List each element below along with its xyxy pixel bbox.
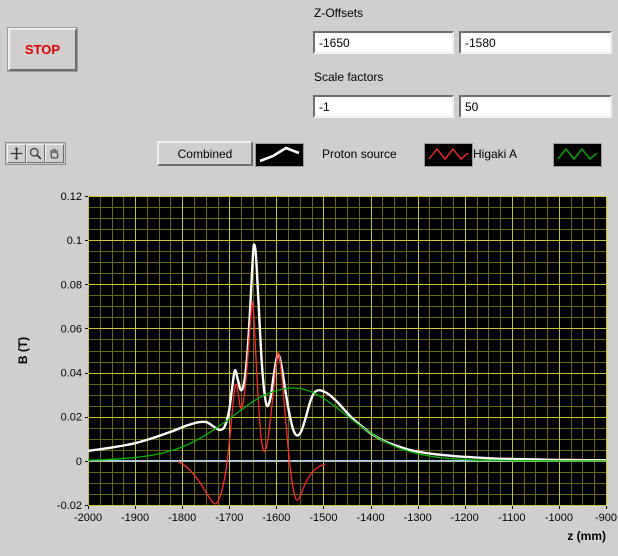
z-offset-input-1[interactable]: [313, 31, 454, 54]
cursor-move-tool-button[interactable]: [7, 144, 26, 163]
svg-text:-1400: -1400: [356, 512, 384, 524]
magnifier-icon: [29, 147, 42, 160]
svg-text:-1100: -1100: [498, 512, 525, 524]
legend-sample-proton-source[interactable]: [424, 143, 473, 167]
y-axis-title: B (T): [16, 337, 30, 364]
legend-item-combined[interactable]: Combined: [157, 141, 253, 166]
pan-tool-button[interactable]: [45, 144, 64, 163]
x-axis-tick-labels: -2000 -1900 -1800 -1700 -1600 -1500 -1400 -1300…: [74, 512, 617, 524]
scale-factor-input-1[interactable]: [313, 95, 454, 118]
svg-text:0: 0: [76, 456, 82, 468]
xy-graph-plot-area[interactable]: -0.0200.020.040.060.080.10.12-2000 -1900-…: [0, 165, 618, 556]
svg-text:-1500: -1500: [309, 512, 337, 524]
svg-text:-1700: -1700: [215, 512, 243, 524]
legend-sample-combined[interactable]: [255, 143, 304, 167]
svg-text:-1900: -1900: [121, 512, 149, 524]
graph-tool-palette: [5, 142, 66, 165]
combined-line-sample-icon: [259, 146, 300, 163]
svg-text:0.1: 0.1: [67, 235, 82, 247]
svg-text:0.08: 0.08: [61, 279, 82, 291]
svg-text:-0.02: -0.02: [57, 500, 82, 512]
legend-item-higaki-a[interactable]: Higaki A: [473, 147, 517, 161]
y-axis-tick-labels: -0.02 0 0.02 0.04 0.06 0.08 0.1 0.12: [57, 191, 82, 512]
stop-button[interactable]: STOP: [8, 28, 77, 71]
scale-factors-label: Scale factors: [314, 70, 384, 84]
z-offset-input-2[interactable]: [459, 31, 612, 54]
legend-label-combined: Combined: [177, 146, 233, 161]
svg-text:-1200: -1200: [451, 512, 479, 524]
legend-item-proton-source[interactable]: Proton source: [322, 147, 397, 161]
scale-factor-input-2[interactable]: [459, 95, 612, 118]
svg-text:0.12: 0.12: [61, 191, 82, 203]
front-panel: STOP Z-Offsets Scale factors Combined: [0, 0, 618, 556]
svg-text:0.04: 0.04: [61, 368, 82, 380]
x-axis-title: z (mm): [567, 529, 606, 543]
z-offsets-label: Z-Offsets: [314, 6, 364, 20]
svg-text:-1800: -1800: [168, 512, 196, 524]
svg-text:-1600: -1600: [262, 512, 290, 524]
svg-text:0.06: 0.06: [61, 323, 82, 335]
hand-icon: [50, 149, 59, 159]
crosshair-icon: [10, 147, 23, 160]
svg-text:-2000: -2000: [74, 512, 102, 524]
svg-text:-1000: -1000: [545, 512, 573, 524]
higaki-a-line-sample-icon: [557, 147, 598, 161]
svg-text:-900: -900: [595, 512, 617, 524]
legend-sample-higaki-a[interactable]: [553, 143, 602, 167]
svg-text:-1300: -1300: [404, 512, 432, 524]
proton-source-line-sample-icon: [428, 147, 469, 161]
svg-text:0.02: 0.02: [61, 412, 82, 424]
zoom-tool-button[interactable]: [26, 144, 45, 163]
